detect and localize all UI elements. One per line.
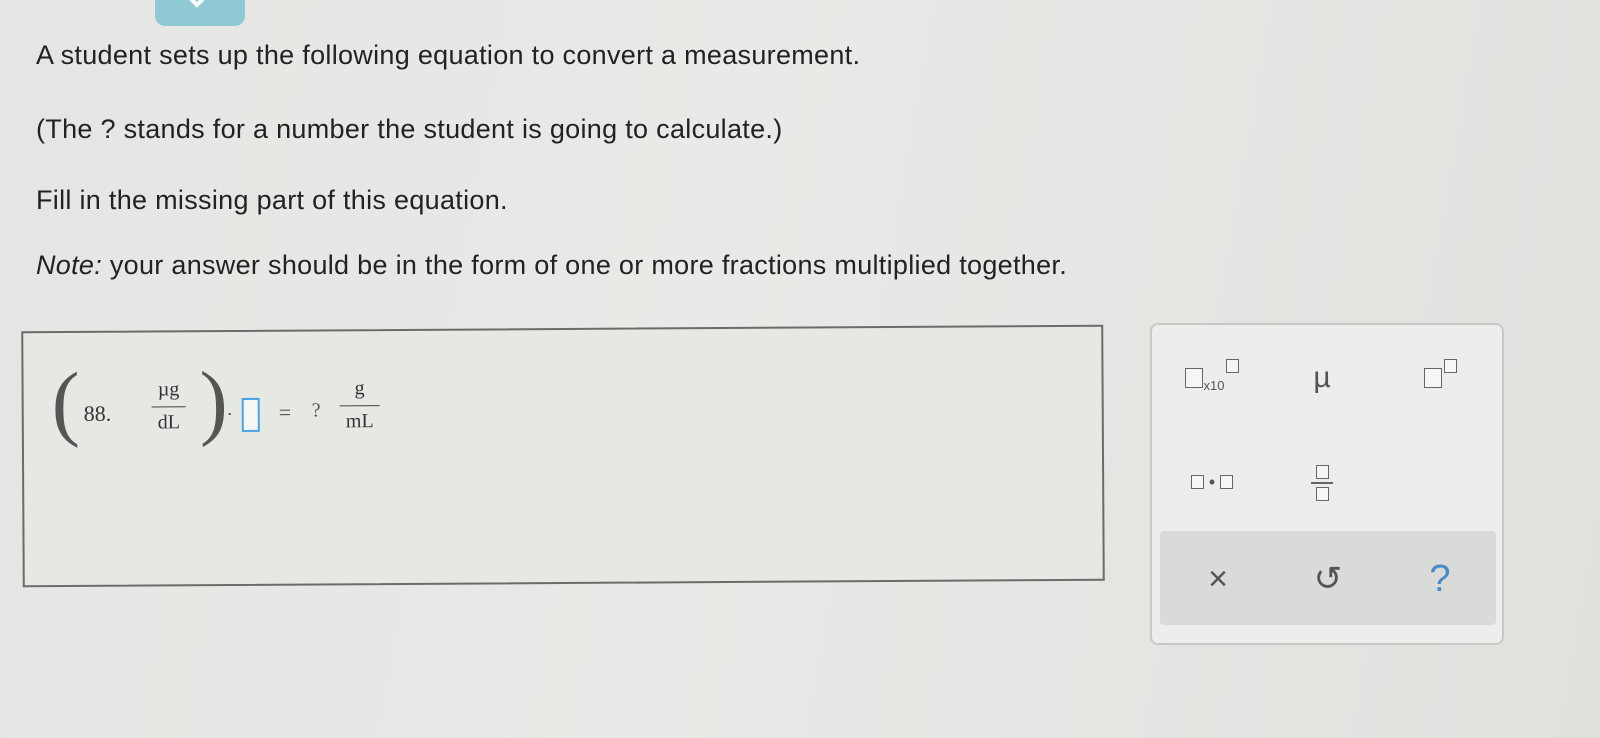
answer-area[interactable]: ( 88. µg dL ) · = ? g mL	[21, 324, 1105, 588]
answer-input-slot[interactable]	[241, 397, 260, 432]
clear-button[interactable]: ×	[1188, 549, 1248, 609]
exponent-button[interactable]	[1410, 353, 1470, 403]
math-palette: x10 µ • × ↺ ?	[1150, 323, 1504, 645]
scientific-notation-button[interactable]: x10	[1172, 353, 1252, 403]
chevron-down-icon	[184, 0, 210, 8]
multiply-dot-icon: •	[1208, 471, 1216, 492]
note-text: your answer should be in the form of one…	[102, 250, 1068, 280]
collapse-tab[interactable]	[155, 0, 245, 26]
x10-label: x10	[1203, 377, 1225, 393]
right-box-icon	[1220, 475, 1234, 489]
denominator-box-icon	[1315, 487, 1329, 501]
action-bar: × ↺ ?	[1160, 531, 1496, 625]
frac1-denominator: dL	[157, 411, 180, 434]
power-box-icon	[1443, 359, 1457, 373]
equation: ( 88. µg dL ) · = ? g mL	[51, 355, 472, 462]
equals-sign: =	[278, 399, 292, 425]
unknown-value: ?	[311, 399, 321, 422]
frac1-bar	[151, 406, 186, 408]
frac2-bar	[339, 405, 380, 407]
mu-button[interactable]: µ	[1292, 353, 1352, 403]
multiply-button[interactable]: •	[1172, 457, 1252, 507]
multiply-dot: ·	[226, 404, 233, 425]
paren-left: (	[51, 355, 80, 450]
placeholder-box-icon	[1184, 368, 1203, 388]
exponent-box-icon	[1226, 359, 1240, 373]
frac2-numerator: g	[354, 377, 365, 400]
base-box-icon	[1423, 368, 1442, 388]
prompt-line-1: A student sets up the following equation…	[36, 40, 861, 70]
help-button[interactable]: ?	[1410, 549, 1470, 609]
left-box-icon	[1190, 475, 1204, 489]
frac1-numerator: µg	[157, 378, 180, 401]
prompt-line-2: (The ? stands for a number the student i…	[36, 114, 783, 144]
paren-right: )	[199, 355, 228, 449]
frac2-denominator: mL	[345, 410, 374, 433]
target-unit-fraction: g mL	[339, 377, 380, 433]
fraction-bar-icon	[1311, 482, 1333, 484]
prompt-line-3: Fill in the missing part of this equatio…	[36, 185, 508, 215]
prompt-note: Note: your answer should be in the form …	[36, 250, 1067, 281]
given-number: 88.	[83, 400, 112, 426]
numerator-box-icon	[1315, 465, 1329, 479]
undo-button[interactable]: ↺	[1298, 549, 1358, 609]
note-label: Note:	[36, 250, 103, 280]
fraction-button[interactable]	[1292, 453, 1352, 513]
given-unit-fraction: µg dL	[151, 378, 186, 434]
